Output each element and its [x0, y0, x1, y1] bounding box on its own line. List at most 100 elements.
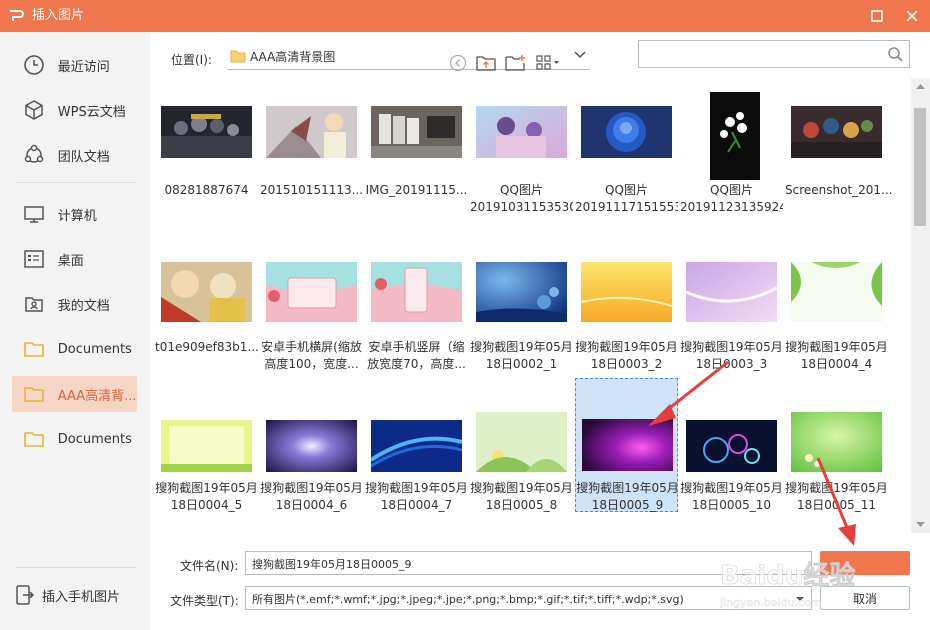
cancel-button-label: 取消	[852, 591, 877, 606]
file-name-line2: 高度100，宽度...	[264, 357, 359, 371]
file-tile[interactable]: 搜狗截图19年05月 18日0003_2	[575, 248, 678, 384]
file-name: 搜狗截图19年05月	[470, 481, 573, 495]
file-name: 搜狗截图19年05月	[680, 481, 783, 495]
file-tile[interactable]: QQ图片 20191123135924	[680, 92, 783, 228]
new-folder-button[interactable]	[504, 52, 526, 74]
file-tile[interactable]: 201510151113...	[260, 92, 363, 228]
file-name-line2: 20191123135924	[680, 200, 783, 214]
file-name-line2: 18日0003_2	[590, 357, 663, 371]
filetype-label: 文件类型(T):	[170, 594, 239, 608]
insert-phone-picture-button[interactable]: 插入手机图片	[14, 584, 120, 606]
thumbnail-image	[476, 106, 567, 158]
folder-icon	[230, 50, 246, 63]
file-name: 201510151113...	[260, 183, 364, 197]
file-tile[interactable]: QQ图片 20191117151553	[575, 92, 678, 228]
maximize-button[interactable]	[865, 4, 889, 28]
close-button[interactable]	[900, 4, 924, 28]
file-name-line2: 18日0005_10	[691, 498, 772, 512]
file-tile[interactable]: 搜狗截图19年05月 18日0004_5	[155, 402, 258, 532]
file-tile[interactable]: 搜狗截图19年05月 18日0005_11	[785, 402, 888, 532]
filename-input[interactable]: 搜狗截图19年05月18日0005_9	[245, 551, 812, 575]
sidebar-item-documents-2[interactable]: Documents	[12, 421, 137, 457]
scroll-down-icon	[916, 522, 925, 527]
back-button[interactable]	[447, 52, 469, 74]
file-tile[interactable]: Screenshot_201...	[785, 92, 893, 228]
file-name-line2: 18日0004_4	[800, 357, 873, 371]
sidebar-item-desktop[interactable]: 桌面	[12, 241, 137, 277]
file-tile[interactable]: t01e909ef83b1...	[155, 248, 259, 384]
thumbnail-image	[476, 262, 567, 322]
scrollbar-thumb[interactable]	[914, 108, 926, 226]
file-name-line2: 18日0003_3	[695, 357, 768, 371]
sidebar-item-aaa-backgrounds[interactable]: AAA高清背...	[12, 376, 137, 412]
file-tile[interactable]: 安卓手机横屏(缩放 高度100，宽度...	[260, 248, 363, 384]
sidebar-item-my-documents[interactable]: 我的文档	[12, 286, 137, 322]
file-name-line2: 18日0002_1	[485, 357, 558, 371]
back-arrow-icon	[449, 54, 467, 72]
file-name: 搜狗截图19年05月	[785, 340, 888, 354]
up-folder-button[interactable]	[475, 52, 497, 74]
file-tile[interactable]: 搜狗截图19年05月 18日0004_7	[365, 402, 468, 532]
sidebar-item-wps-cloud[interactable]: WPS云文档	[12, 92, 137, 128]
file-tile[interactable]: 搜狗截图19年05月 18日0003_3	[680, 248, 783, 384]
sidebar-item-recent[interactable]: 最近访问	[12, 47, 137, 83]
file-name-line2: 18日0004_6	[275, 498, 348, 512]
search-field[interactable]	[638, 40, 910, 68]
folder-icon	[22, 382, 46, 406]
sidebar-item-label: 计算机	[57, 208, 97, 224]
filetype-select[interactable]: 所有图片(*.emf;*.wmf;*.jpg;*.jpeg;*.jpe;*.pn…	[245, 586, 812, 610]
file-tile[interactable]: 搜狗截图19年05月 18日0002_1	[470, 248, 573, 384]
open-button[interactable]	[820, 551, 910, 575]
file-name-line2: 18日0005_9	[591, 498, 664, 512]
up-folder-icon	[476, 56, 496, 71]
new-folder-icon	[505, 55, 525, 71]
file-tile[interactable]: QQ图片 20191031153530	[470, 92, 573, 228]
sidebar-item-label: WPS云文档	[57, 104, 126, 120]
file-tile[interactable]: 搜狗截图19年05月 18日0005_8	[470, 402, 573, 532]
file-name: 搜狗截图19年05月	[470, 340, 573, 354]
cancel-button[interactable]: 取消	[820, 586, 910, 610]
thumbnail-image	[686, 420, 777, 472]
thumbnail-image	[371, 106, 462, 158]
file-name: 08281887674	[164, 183, 249, 197]
sidebar-item-label: Documents	[57, 431, 132, 447]
file-name-line2: 放宽度70，高度...	[367, 357, 466, 371]
filetype-value: 所有图片(*.emf;*.wmf;*.jpg;*.jpeg;*.jpe;*.pn…	[252, 593, 684, 606]
thumbnail-image	[582, 419, 673, 471]
thumbnail-image	[686, 262, 777, 322]
title-bar: 插入图片	[0, 0, 930, 32]
thumbnail-image	[581, 106, 672, 158]
file-form: 文件名(N): 搜狗截图19年05月18日0005_9 文件类型(T): 所有图…	[150, 541, 930, 630]
file-tile[interactable]: 08281887674	[155, 92, 258, 228]
thumbnail-image	[161, 106, 252, 158]
location-value: AAA高清背景图	[250, 50, 336, 64]
vertical-scrollbar[interactable]	[911, 78, 930, 533]
file-name: IMG_20191115...	[365, 183, 468, 197]
sidebar-item-team-docs[interactable]: 团队文档	[12, 137, 137, 173]
file-name-line2: 18日0004_5	[170, 498, 243, 512]
file-name: 搜狗截图19年05月	[155, 481, 258, 495]
thumbnail-image	[161, 262, 252, 322]
sidebar-divider	[16, 182, 136, 183]
file-name-line2: 18日0005_8	[485, 498, 558, 512]
search-input[interactable]	[639, 41, 879, 67]
sidebar-item-computer[interactable]: 计算机	[12, 196, 137, 232]
chevron-down-icon	[796, 597, 804, 601]
file-tile[interactable]: 安卓手机竖屏（缩 放宽度70，高度...	[365, 248, 468, 384]
folder-icon	[22, 337, 46, 361]
file-tile[interactable]: 搜狗截图19年05月 18日0004_4	[785, 248, 888, 384]
file-tile[interactable]: 搜狗截图19年05月 18日0005_10	[680, 402, 783, 532]
file-name: QQ图片	[710, 183, 753, 197]
filename-label: 文件名(N):	[180, 559, 239, 573]
sidebar-item-label: 最近访问	[57, 59, 110, 75]
thumbnail-image	[710, 92, 760, 180]
view-mode-button[interactable]	[534, 52, 564, 74]
file-name: 搜狗截图19年05月	[365, 481, 468, 495]
my-documents-icon	[22, 292, 46, 316]
file-tile[interactable]: IMG_20191115...	[365, 92, 468, 228]
file-tile-selected[interactable]: 搜狗截图19年05月 18日0005_9	[575, 378, 679, 512]
file-tile[interactable]: 搜狗截图19年05月 18日0004_6	[260, 402, 363, 532]
maximize-icon	[871, 10, 883, 22]
sidebar-item-documents[interactable]: Documents	[12, 331, 137, 367]
file-name: 搜狗截图19年05月	[576, 481, 679, 495]
